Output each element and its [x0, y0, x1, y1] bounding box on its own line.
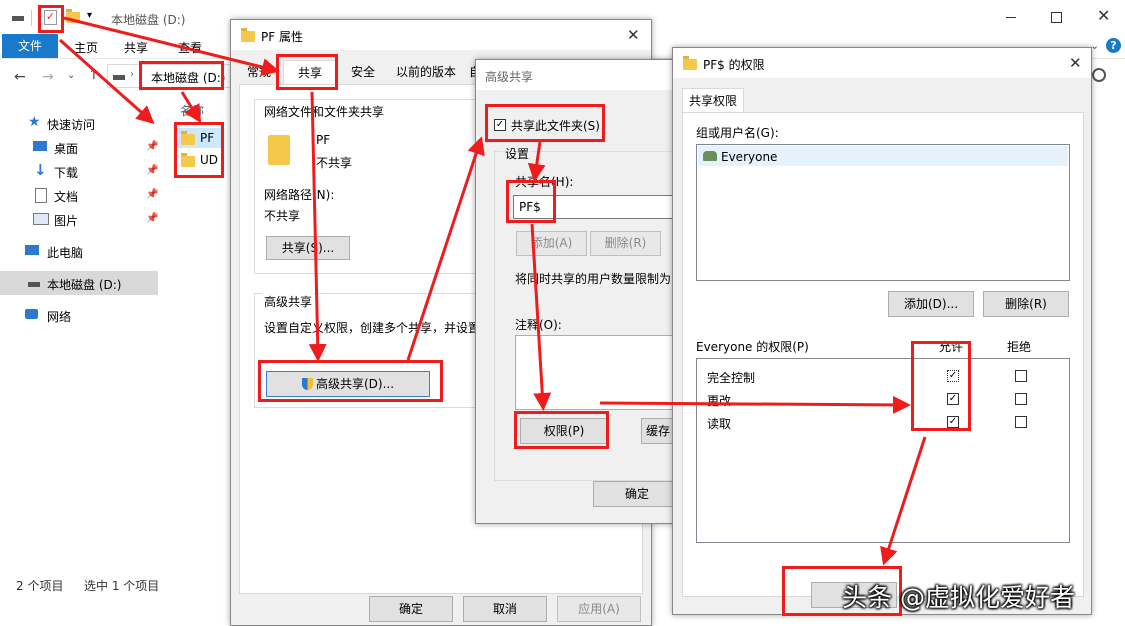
- watermark: 头条 @虚拟化爱好者: [842, 583, 1075, 612]
- arrow-to-sharing-tab: [63, 16, 280, 76]
- arrow-to-permissions-ok: [880, 436, 927, 566]
- arrow-to-advanced-button: [308, 91, 327, 362]
- arrow-to-permissions-button: [530, 223, 552, 411]
- annotation-arrows: [59, 16, 927, 566]
- arrow-to-share-name: [527, 141, 546, 182]
- arrow-to-file-tab: [59, 38, 155, 124]
- arrow-to-share-checkbox: [406, 136, 485, 361]
- arrow-to-folder: [180, 91, 202, 124]
- arrow-to-allow-column: [599, 395, 911, 414]
